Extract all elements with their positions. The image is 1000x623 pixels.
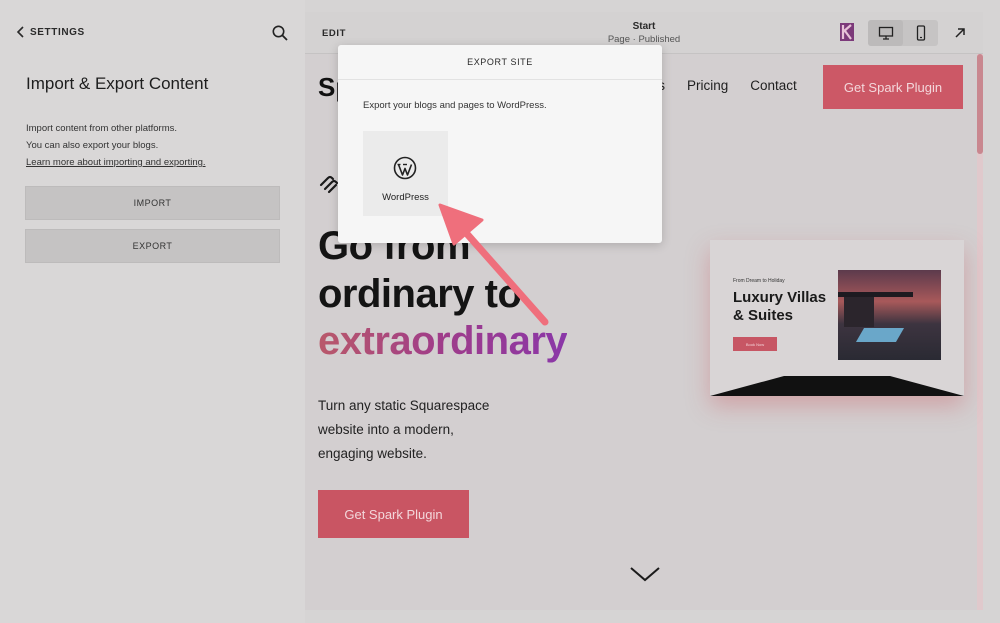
villa-photo <box>838 270 941 360</box>
wordpress-label: WordPress <box>382 192 429 203</box>
subtitle-line-2: website into a modern, <box>318 422 454 437</box>
hero-subtitle: Turn any static Squarespace website into… <box>318 394 489 466</box>
mockup-title-line-1: Luxury Villas <box>733 289 827 306</box>
desktop-view-button[interactable] <box>868 20 903 46</box>
dialog-title: EXPORT SITE <box>338 45 662 80</box>
mockup-title: Luxury Villas & Suites <box>733 289 826 325</box>
mobile-icon <box>916 25 925 41</box>
panel-title: Import & Export Content <box>26 74 209 93</box>
preview-scrollbar[interactable] <box>977 54 983 610</box>
settings-panel: SETTINGS Import & Export Content Import … <box>0 0 305 623</box>
nav-cta-button[interactable]: Get Spark Plugin <box>823 65 963 109</box>
plugin-logo-icon[interactable] <box>840 23 854 41</box>
mockup-button: Book Now <box>733 337 777 351</box>
mockup-kicker: From Dream to Holiday <box>733 278 785 284</box>
learn-more-link[interactable]: Learn more about importing and exporting… <box>26 154 206 171</box>
export-site-dialog: EXPORT SITE Export your blogs and pages … <box>338 45 662 243</box>
hero-heading-line-2: ordinary to <box>318 272 522 316</box>
hero-heading-line-3: extraordinary <box>318 319 568 363</box>
import-button[interactable]: IMPORT <box>25 186 280 220</box>
device-toggle <box>868 20 938 46</box>
mockup-title-line-2: & Suites <box>733 307 794 324</box>
site-nav: rks Pricing Contact <box>647 78 797 93</box>
hero-cta-button[interactable]: Get Spark Plugin <box>318 490 469 538</box>
edit-button[interactable]: EDIT <box>322 28 346 39</box>
wordpress-icon <box>393 156 417 180</box>
back-label: SETTINGS <box>30 26 85 38</box>
desc-line-2: You can also export your blogs. <box>26 140 159 151</box>
wordpress-export-option[interactable]: WordPress <box>363 131 448 216</box>
subtitle-line-3: engaging website. <box>318 446 427 461</box>
site-mockup-image: From Dream to Holiday Luxury Villas & Su… <box>710 240 964 396</box>
desc-line-1: Import content from other platforms. <box>26 123 178 134</box>
nav-item-pricing[interactable]: Pricing <box>687 78 728 93</box>
chevron-left-icon <box>16 26 24 38</box>
export-button[interactable]: EXPORT <box>25 229 280 263</box>
nav-item-contact[interactable]: Contact <box>750 78 797 93</box>
chevron-down-icon[interactable] <box>628 564 662 584</box>
expand-arrow-icon[interactable] <box>952 25 968 41</box>
scrollbar-thumb[interactable] <box>977 54 983 154</box>
desktop-icon <box>878 26 893 40</box>
mobile-view-button[interactable] <box>903 20 938 46</box>
subtitle-line-1: Turn any static Squarespace <box>318 398 490 413</box>
dialog-description: Export your blogs and pages to WordPress… <box>363 100 547 111</box>
mockup-base-shape <box>710 376 964 396</box>
page-status: Page · Published <box>607 34 681 45</box>
back-to-settings-button[interactable]: SETTINGS <box>16 26 85 38</box>
squarespace-logo-icon <box>319 175 339 194</box>
panel-description: Import content from other platforms. You… <box>26 120 206 171</box>
search-icon[interactable] <box>271 24 289 42</box>
page-title: Start <box>632 21 656 32</box>
